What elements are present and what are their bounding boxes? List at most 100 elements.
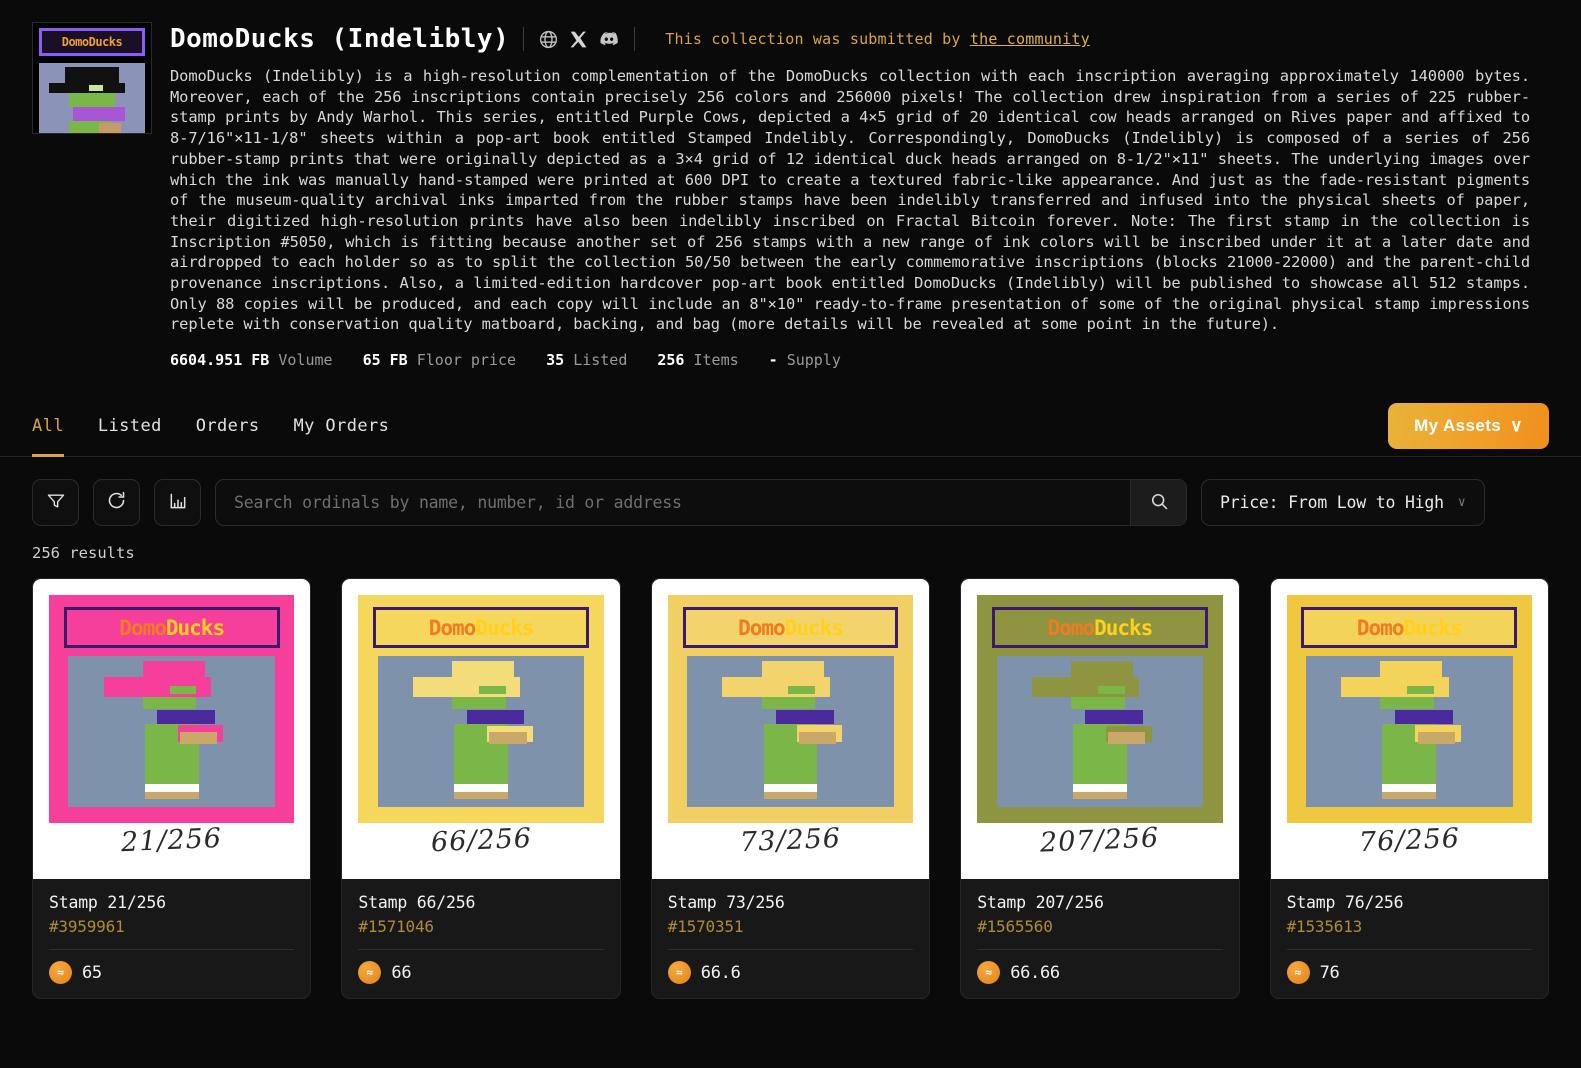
chevron-down-icon: ∨ [1458,495,1466,510]
fb-coin-icon: ≈ [358,961,381,984]
stamp-artwork: DomoDucks 66/25 [342,579,619,879]
stamp-field [1306,656,1512,807]
website-icon[interactable] [538,29,559,50]
stamp-price-value: 66 [391,963,411,983]
tab-orders[interactable]: Orders [196,395,260,456]
avatar-duck-art [39,63,145,133]
title-divider [523,27,524,51]
stat-floor-value: 65 FB [363,351,408,369]
stamp-artwork: DomoDucks 76/25 [1271,579,1548,879]
discord-icon[interactable] [598,28,620,50]
my-assets-button[interactable]: My Assets ∨ [1388,403,1549,449]
stamp-price: ≈ 76 [1287,961,1532,984]
avatar-logo-banner: DomoDucks [39,28,145,56]
stamp-border: DomoDucks [1287,595,1532,823]
stat-floor-label: Floor price [417,351,516,369]
stamp-handwritten-number: 207/256 [1040,823,1160,859]
stamp-banner-text: DomoDucks [738,616,843,640]
stamp-inscription-id: #1535613 [1287,917,1532,936]
refresh-button[interactable] [93,479,140,526]
stamp-artwork: DomoDucks 73/25 [652,579,929,879]
stat-volume-value: 6604.951 FB [170,351,269,369]
stat-floor-price: 65 FB Floor price [363,351,517,369]
collection-page: DomoDucks DomoDucks (Indelibly) [0,0,1581,1068]
chart-icon [168,491,188,515]
card-divider [358,949,603,950]
stamp-price: ≈ 65 [49,961,294,984]
stamp-card[interactable]: DomoDucks 207/2 [960,578,1239,999]
tab-all[interactable]: All [32,395,64,456]
stamp-artwork: DomoDucks 207/2 [961,579,1238,879]
stamp-field [378,656,584,807]
stamp-price: ≈ 66.66 [977,961,1222,984]
stamp-price-value: 66.6 [701,963,741,983]
card-divider [668,949,913,950]
stamp-handwritten-number: 73/256 [739,823,841,858]
my-assets-label: My Assets [1414,416,1501,436]
tabs: All Listed Orders My Orders [32,395,389,456]
search-input[interactable] [216,480,1130,525]
stamp-field [997,656,1203,807]
fb-coin-icon: ≈ [1287,961,1310,984]
collection-stats: 6604.951 FB Volume 65 FB Floor price 35 … [170,351,1549,369]
stamp-inner: DomoDucks [57,603,286,815]
stamp-banner: DomoDucks [1301,607,1517,647]
stamp-card[interactable]: DomoDucks 66/25 [341,578,620,999]
stamp-card-body: Stamp 207/256 #1565560 ≈ 66.66 [961,879,1238,998]
tab-listed[interactable]: Listed [98,395,162,456]
stamp-price: ≈ 66.6 [668,961,913,984]
collection-description: DomoDucks (Indelibly) is a high-resoluti… [170,66,1530,335]
avatar-logo-text: DomoDucks [62,35,123,49]
stamp-price-value: 66.66 [1010,963,1060,983]
x-icon[interactable] [569,30,588,49]
stamp-inscription-id: #1570351 [668,917,913,936]
stat-volume: 6604.951 FB Volume [170,351,333,369]
stamp-border: DomoDucks [977,595,1222,823]
sort-dropdown[interactable]: Price: From Low to High ∨ [1201,479,1485,526]
stamp-banner: DomoDucks [64,607,280,647]
stamp-card[interactable]: DomoDucks 21/25 [32,578,311,999]
stamp-handwritten-number: 76/256 [1358,823,1460,858]
collection-avatar: DomoDucks [32,22,152,134]
tab-my-orders[interactable]: My Orders [294,395,390,456]
sort-label: Price: From Low to High [1220,493,1444,512]
card-divider [49,949,294,950]
stamp-card[interactable]: DomoDucks 76/25 [1270,578,1549,999]
stamp-banner-text: DomoDucks [1357,616,1462,640]
stat-items-label: Items [694,351,739,369]
stamp-banner: DomoDucks [683,607,899,647]
collection-header: DomoDucks DomoDucks (Indelibly) [0,0,1581,369]
search-submit-button[interactable] [1130,480,1186,525]
social-links [538,28,620,50]
page-title: DomoDucks (Indelibly) [170,24,509,54]
chart-button[interactable] [154,479,201,526]
stamp-banner-text: DomoDucks [429,616,534,640]
stamp-card[interactable]: DomoDucks 73/25 [651,578,930,999]
stamp-card-body: Stamp 73/256 #1570351 ≈ 66.6 [652,879,929,998]
stamp-price-value: 65 [82,963,102,983]
stat-items: 256 Items [657,351,738,369]
stamp-card-body: Stamp 21/256 #3959961 ≈ 65 [33,879,310,998]
filter-icon [46,491,66,515]
search-box [215,479,1187,526]
tab-bar: All Listed Orders My Orders My Assets ∨ [0,395,1581,457]
stat-volume-label: Volume [278,351,332,369]
stat-supply-value: - [769,351,778,369]
stamp-name: Stamp 73/256 [668,893,913,912]
community-link[interactable]: the community [970,30,1090,48]
stat-listed-label: Listed [573,351,627,369]
stamp-artwork: DomoDucks 21/25 [33,579,310,879]
toolbar: Price: From Low to High ∨ [0,457,1581,526]
stamp-border: DomoDucks [358,595,603,823]
refresh-icon [106,490,127,515]
stamp-banner: DomoDucks [992,607,1208,647]
fb-coin-icon: ≈ [49,961,72,984]
card-divider [977,949,1222,950]
stamp-border: DomoDucks [668,595,913,823]
social-divider [634,27,635,51]
stamp-border: DomoDucks [49,595,294,823]
fb-coin-icon: ≈ [668,961,691,984]
stamp-inner: DomoDucks [366,603,595,815]
stamp-inscription-id: #1571046 [358,917,603,936]
filter-button[interactable] [32,479,79,526]
